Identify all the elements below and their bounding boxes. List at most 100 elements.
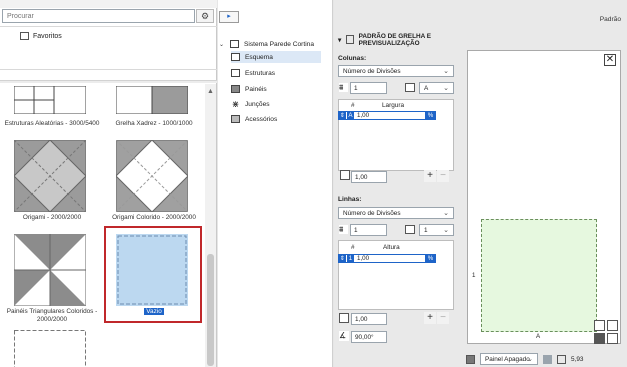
- add-column-button[interactable]: +: [424, 170, 436, 182]
- tree-item-esquema[interactable]: Esquema: [231, 51, 321, 63]
- preview-axis-a: A: [536, 333, 541, 340]
- column-count-field[interactable]: 1: [350, 82, 387, 94]
- row-lock-icon[interactable]: %: [425, 112, 436, 119]
- col-hash-header: #: [351, 102, 355, 109]
- close-icon[interactable]: ✕: [604, 54, 616, 66]
- panels-icon: [231, 85, 240, 93]
- view-mode-alt-icon[interactable]: [607, 333, 618, 344]
- favorites-folder[interactable]: Favoritos: [20, 31, 62, 41]
- chevron-down-icon: ▾: [338, 36, 342, 44]
- tree-item-acessorios[interactable]: Acessórios: [231, 113, 277, 125]
- row-count-icon: ⩩: [339, 225, 348, 234]
- row-lock-icon[interactable]: %: [425, 255, 436, 262]
- columns-label: Colunas:: [338, 55, 367, 62]
- total-height-icon: [339, 313, 349, 323]
- tile-label: Origami Colorido - 2000/2000: [112, 214, 196, 221]
- thickness-icon: [557, 354, 566, 364]
- remove-row-button[interactable]: −: [437, 312, 449, 324]
- chevron-down-icon: ⌄: [443, 227, 449, 234]
- column-count-icon: ⩩: [339, 83, 348, 92]
- row-value[interactable]: 1,00: [357, 255, 397, 262]
- columns-table-row[interactable]: ⇕ A 1,00 %: [338, 111, 436, 120]
- gallery-tile[interactable]: Origami - 2000/2000: [4, 140, 100, 221]
- columns-table[interactable]: [338, 99, 454, 171]
- chevron-down-icon: ⌄: [443, 68, 449, 75]
- row-height-header: Altura: [383, 244, 400, 251]
- chevron-down-icon: ⌄: [443, 210, 449, 217]
- accessories-icon: [231, 115, 240, 123]
- tree-root[interactable]: ⌄ Sistema Parede Cortina: [219, 38, 314, 50]
- slope-view-icon[interactable]: [594, 320, 605, 331]
- row-count-field[interactable]: 1: [350, 224, 387, 236]
- gallery-scrollbar[interactable]: ▲: [205, 84, 216, 367]
- row-handle[interactable]: ⇕: [339, 112, 346, 119]
- col-width-header: Largura: [382, 102, 405, 109]
- angle-field[interactable]: 90,00°: [351, 331, 387, 343]
- tile-label: Estruturas Aleatórias - 3000/5400: [4, 120, 100, 127]
- frames-icon: [231, 69, 240, 77]
- toggle-panel-button[interactable]: ▸: [219, 11, 239, 23]
- junctions-icon: ⋇: [231, 99, 240, 109]
- tree-item-paineis[interactable]: Painéis: [231, 83, 267, 95]
- add-row-button[interactable]: +: [424, 312, 436, 324]
- row-letter-dropdown[interactable]: 1 ⌄: [419, 224, 454, 236]
- tree-item-estruturas[interactable]: Estruturas: [231, 67, 275, 79]
- rows-label: Linhas:: [338, 196, 362, 203]
- columns-total-field[interactable]: 1,00: [351, 171, 387, 183]
- thickness-value: 5,93: [571, 355, 584, 363]
- tree-item-juncoes[interactable]: ⋇ Junções: [231, 98, 270, 110]
- row-value[interactable]: 1,00: [357, 112, 397, 119]
- row-handle[interactable]: ⇕: [339, 255, 346, 262]
- column-width-icon: [405, 83, 415, 92]
- gallery-tile[interactable]: Estruturas Aleatórias - 3000/5400: [4, 86, 100, 144]
- preview-panel-shape: [481, 219, 597, 332]
- top-strip: [0, 0, 217, 8]
- columns-mode-dropdown[interactable]: Número de Divisões ⌄: [338, 65, 454, 77]
- rows-mode-dropdown[interactable]: Número de Divisões ⌄: [338, 207, 454, 219]
- panel-icon[interactable]: [543, 354, 552, 364]
- origami-thumbnail: [14, 140, 86, 212]
- gallery-tile[interactable]: Painéis Triangulares Coloridos - 2000/20…: [4, 234, 100, 324]
- angle-icon: ∡: [339, 331, 349, 341]
- total-width-icon: [340, 170, 350, 180]
- panel-splitter[interactable]: [0, 80, 217, 83]
- gallery-tile[interactable]: Origami Colorido - 2000/2000: [106, 140, 202, 221]
- row-hash-header: #: [351, 244, 355, 251]
- curtain-wall-icon: [230, 40, 239, 48]
- chevron-down-icon: ⌄: [219, 41, 225, 48]
- row-letter: 1: [347, 255, 354, 262]
- row-height-icon: [405, 225, 415, 234]
- section-header[interactable]: ▾ PADRÃO DE GRELHA E PREVISUALIZAÇÃO: [338, 33, 462, 47]
- origami-colored-thumbnail: [116, 140, 188, 212]
- tile-label: Origami - 2000/2000: [22, 214, 82, 221]
- scheme-icon: [231, 53, 240, 61]
- rows-table-row[interactable]: ⇕ 1 1,00 %: [338, 254, 436, 263]
- selection-highlight: [104, 226, 202, 323]
- tile-label: Grelha Xadrez - 1000/1000: [115, 120, 193, 127]
- checker-thumbnail: [116, 86, 188, 114]
- panel-color-icon: [466, 354, 475, 364]
- remove-column-button[interactable]: −: [437, 170, 449, 182]
- rows-total-field[interactable]: 1,00: [351, 313, 387, 325]
- gallery-tile[interactable]: Grelha Xadrez - 1000/1000: [106, 86, 202, 144]
- scroll-up-icon[interactable]: ▲: [207, 88, 214, 95]
- row-letter: A: [347, 112, 354, 119]
- favorites-label: Favoritos: [33, 32, 62, 40]
- panel-mode-dropdown[interactable]: Painel Apagado ⌄: [480, 353, 538, 365]
- search-options-button[interactable]: ⚙: [196, 9, 214, 23]
- gear-icon: ⚙: [200, 11, 210, 21]
- bottom-bar: Painel Apagado ⌄ 5,93: [466, 352, 583, 366]
- chevron-down-icon: ⌄: [527, 356, 533, 363]
- scrollbar-thumb[interactable]: [207, 254, 214, 366]
- column-letter-dropdown[interactable]: A ⌄: [419, 82, 454, 94]
- triangles-thumbnail: [14, 234, 86, 306]
- search-input[interactable]: [2, 9, 195, 23]
- random-frames-thumbnail: [14, 86, 86, 114]
- slope-view-alt-icon[interactable]: [607, 320, 618, 331]
- preset-label[interactable]: Padrão: [600, 16, 621, 23]
- preview-axis-1: 1: [472, 272, 476, 279]
- view-mode-icon[interactable]: [594, 333, 605, 344]
- partial-thumbnail: [14, 330, 86, 367]
- chevron-down-icon: ⌄: [443, 85, 449, 92]
- grid-icon: [346, 35, 354, 44]
